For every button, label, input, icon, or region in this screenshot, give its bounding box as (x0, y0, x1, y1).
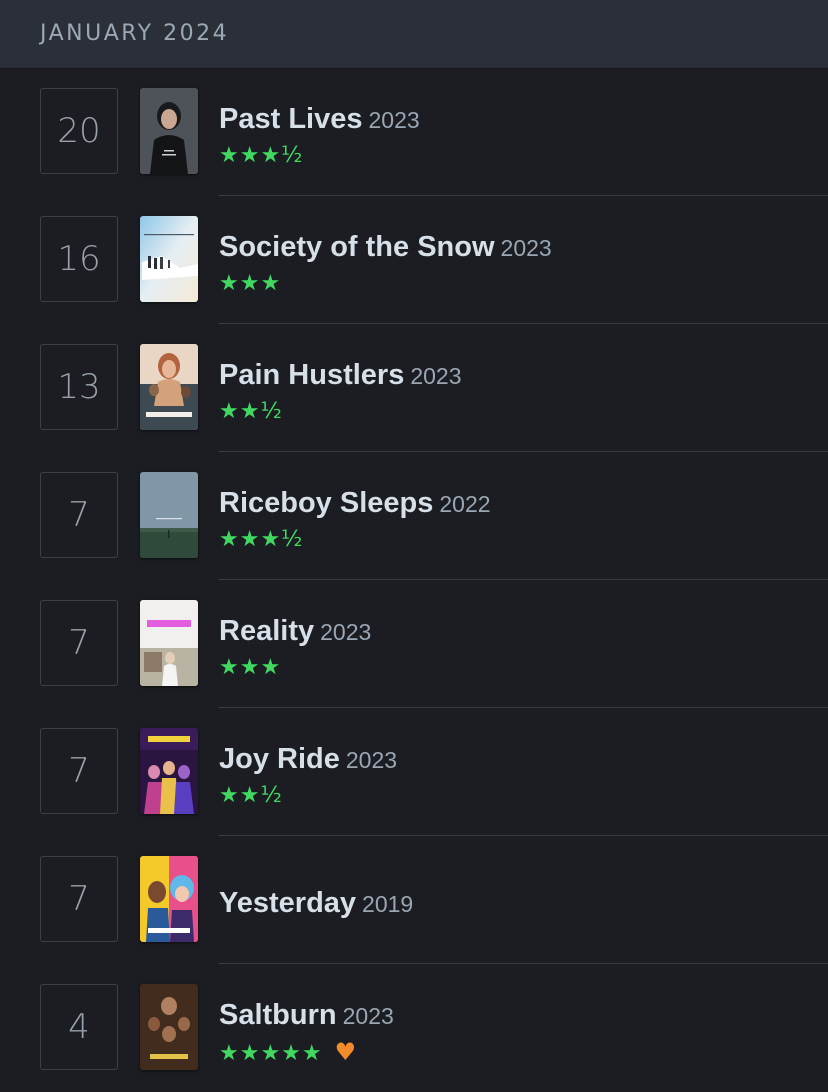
film-year[interactable]: 2023 (501, 235, 552, 261)
diary-entry[interactable]: 20 Past Lives 2023 ★★★½ (0, 68, 828, 196)
poster-joy-ride[interactable] (140, 728, 198, 814)
diary-entry[interactable]: 7 Yesterday 2019 (0, 836, 828, 964)
film-year[interactable]: 2023 (320, 619, 371, 645)
day-number[interactable]: 7 (40, 600, 118, 686)
heart-icon[interactable]: ♥ (335, 1038, 358, 1066)
star-rating: ★★★ (219, 271, 282, 296)
film-title[interactable]: Pain Hustlers (219, 359, 404, 391)
day-number[interactable]: 4 (40, 984, 118, 1070)
diary-entry[interactable]: 16 Society of the Snow 2023 ★★★ (0, 196, 828, 324)
poster-yesterday[interactable] (140, 856, 198, 942)
star-rating: ★★★½ (219, 143, 304, 168)
poster-saltburn[interactable] (140, 984, 198, 1070)
poster-reality[interactable] (140, 600, 198, 686)
diary-entry[interactable]: 7 Joy Ride 2023 ★★½ (0, 708, 828, 836)
month-title: JANUARY 2024 (40, 21, 230, 46)
film-info: Yesterday 2019 (219, 886, 828, 924)
diary-entry[interactable]: 13 Pain Hustlers 2023 ★★½ (0, 324, 828, 452)
poster-society-of-the-snow[interactable] (140, 216, 198, 302)
day-number[interactable]: 7 (40, 472, 118, 558)
film-info: Pain Hustlers 2023 ★★½ (219, 358, 828, 426)
film-info: Society of the Snow 2023 ★★★ (219, 230, 828, 298)
day-number[interactable]: 20 (40, 88, 118, 174)
star-rating: ★★★ (219, 655, 282, 680)
film-title[interactable]: Reality (219, 615, 314, 647)
day-number[interactable]: 7 (40, 856, 118, 942)
film-title[interactable]: Joy Ride (219, 743, 340, 775)
film-info: Reality 2023 ★★★ (219, 614, 828, 682)
film-year[interactable]: 2019 (362, 891, 413, 917)
film-title[interactable]: Society of the Snow (219, 231, 495, 263)
film-year[interactable]: 2023 (410, 363, 461, 389)
star-rating: ★★½ (219, 399, 283, 424)
month-header: JANUARY 2024 (0, 0, 828, 69)
film-year[interactable]: 2023 (346, 747, 397, 773)
film-title[interactable]: Saltburn (219, 999, 337, 1031)
poster-past-lives[interactable] (140, 88, 198, 174)
film-info: Past Lives 2023 ★★★½ (219, 102, 828, 170)
film-year[interactable]: 2022 (439, 491, 490, 517)
stars: ★★★★★ (219, 1041, 323, 1066)
film-year[interactable]: 2023 (368, 107, 419, 133)
star-rating: ★★½ (219, 783, 283, 808)
day-number[interactable]: 13 (40, 344, 118, 430)
star-rating: ★★★★★ ♥ (219, 1038, 828, 1068)
poster-pain-hustlers[interactable] (140, 344, 198, 430)
film-title[interactable]: Yesterday (219, 887, 356, 919)
film-info: Riceboy Sleeps 2022 ★★★½ (219, 486, 828, 554)
day-number[interactable]: 16 (40, 216, 118, 302)
diary-entry[interactable]: 7 Reality 2023 ★★★ (0, 580, 828, 708)
film-title[interactable]: Past Lives (219, 103, 362, 135)
film-year[interactable]: 2023 (343, 1003, 394, 1029)
film-title[interactable]: Riceboy Sleeps (219, 487, 433, 519)
star-rating: ★★★½ (219, 527, 304, 552)
diary-entry[interactable]: 7 Riceboy Sleeps 2022 ★★★½ (0, 452, 828, 580)
poster-riceboy-sleeps[interactable] (140, 472, 198, 558)
film-info: Joy Ride 2023 ★★½ (219, 742, 828, 810)
day-number[interactable]: 7 (40, 728, 118, 814)
diary-entry[interactable]: 4 Saltburn 2023 ★★★★★ ♥ (0, 964, 828, 1092)
film-info: Saltburn 2023 ★★★★★ ♥ (219, 998, 828, 1068)
